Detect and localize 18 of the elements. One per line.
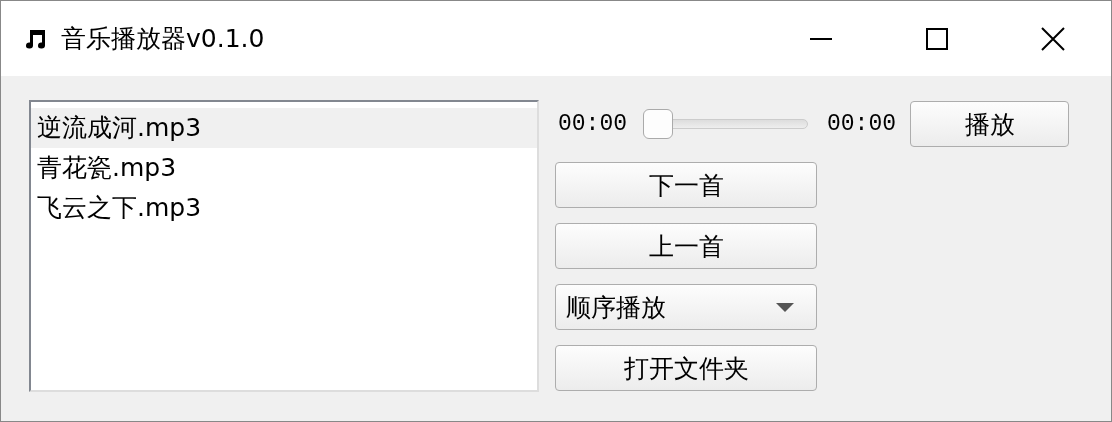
total-time: 00:00 — [826, 111, 897, 137]
progress-slider[interactable] — [643, 109, 808, 139]
elapsed-time: 00:00 — [557, 111, 627, 137]
dropdown-value: 顺序播放 — [566, 291, 666, 324]
control-button[interactable]: 上一首 — [555, 223, 817, 269]
playlist-item[interactable]: 飞云之下.mp3 — [31, 188, 537, 228]
control-button[interactable]: 打开文件夹 — [555, 345, 817, 391]
control-button[interactable]: 下一首 — [555, 162, 817, 208]
play-button[interactable]: 播放 — [910, 101, 1070, 147]
window-title: 音乐播放器v0.1.0 — [61, 23, 265, 55]
maximize-icon[interactable] — [926, 27, 948, 50]
minimize-icon[interactable] — [810, 37, 832, 40]
close-icon[interactable] — [1041, 26, 1065, 51]
slider-thumb[interactable] — [643, 109, 673, 139]
playlist-item[interactable]: 逆流成河.mp3 — [31, 108, 537, 148]
playlist-item[interactable]: 青花瓷.mp3 — [31, 148, 537, 188]
caret-icon — [776, 302, 794, 312]
play-mode-dropdown[interactable]: 顺序播放 — [555, 284, 817, 330]
